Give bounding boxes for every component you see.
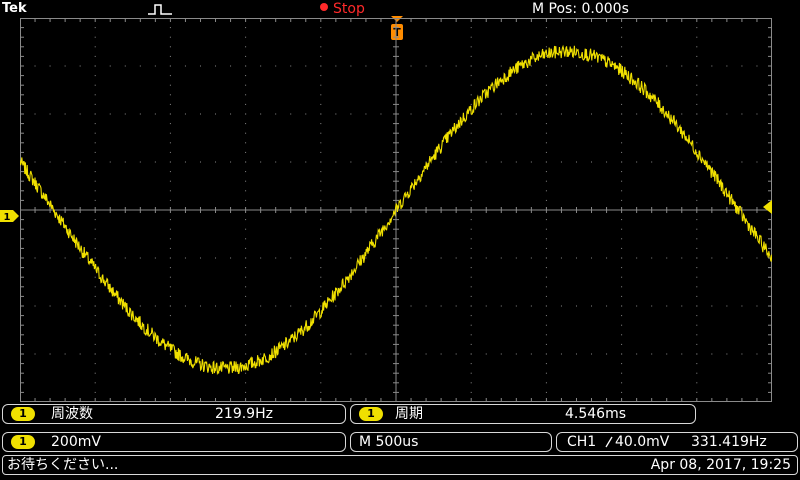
status-message: お待ちください... (7, 457, 119, 473)
ch1-chip: 1 (359, 407, 383, 421)
ch1-marker-label: 1 (4, 212, 11, 222)
trigger-source: CH1 (567, 434, 597, 450)
rising-edge-icon (605, 436, 613, 448)
acquisition-pulse-icon (148, 4, 172, 15)
waveform-display (20, 18, 772, 402)
measurement-frequency[interactable]: 1 周波数 219.9Hz (2, 404, 346, 424)
run-state: Stop (320, 0, 365, 18)
horizontal-scale[interactable]: M 500us (350, 432, 552, 452)
measurement-period[interactable]: 1 周期 4.546ms (350, 404, 696, 424)
ch1-chip: 1 (11, 435, 35, 449)
measurement-label: 周期 (395, 406, 423, 422)
measurement-value: 4.546ms (565, 406, 627, 422)
trigger-level-icon[interactable] (760, 200, 772, 214)
brand-logo: Tek (2, 1, 27, 16)
horizontal-scale-value: M 500us (359, 434, 419, 450)
ch1-ground-marker-icon[interactable]: 1 (0, 210, 20, 222)
trigger-frequency: 331.419Hz (691, 434, 767, 450)
trigger-level-value: 40.0mV (615, 434, 670, 450)
timestamp: Apr 08, 2017, 19:25 (650, 457, 791, 473)
trigger-info[interactable]: CH1 40.0mV 331.419Hz (556, 432, 798, 452)
ch1-vertical-scale[interactable]: 1 200mV (2, 432, 346, 452)
measurement-label: 周波数 (51, 406, 93, 422)
graticule (20, 18, 772, 402)
stop-indicator-icon (320, 3, 328, 11)
run-state-label: Stop (333, 1, 365, 17)
status-bar: お待ちください... Apr 08, 2017, 19:25 (2, 455, 798, 475)
m-pos-readout: M Pos: 0.000s (532, 1, 629, 17)
vertical-scale-value: 200mV (51, 434, 101, 450)
ch1-chip: 1 (11, 407, 35, 421)
measurement-value: 219.9Hz (215, 406, 273, 422)
